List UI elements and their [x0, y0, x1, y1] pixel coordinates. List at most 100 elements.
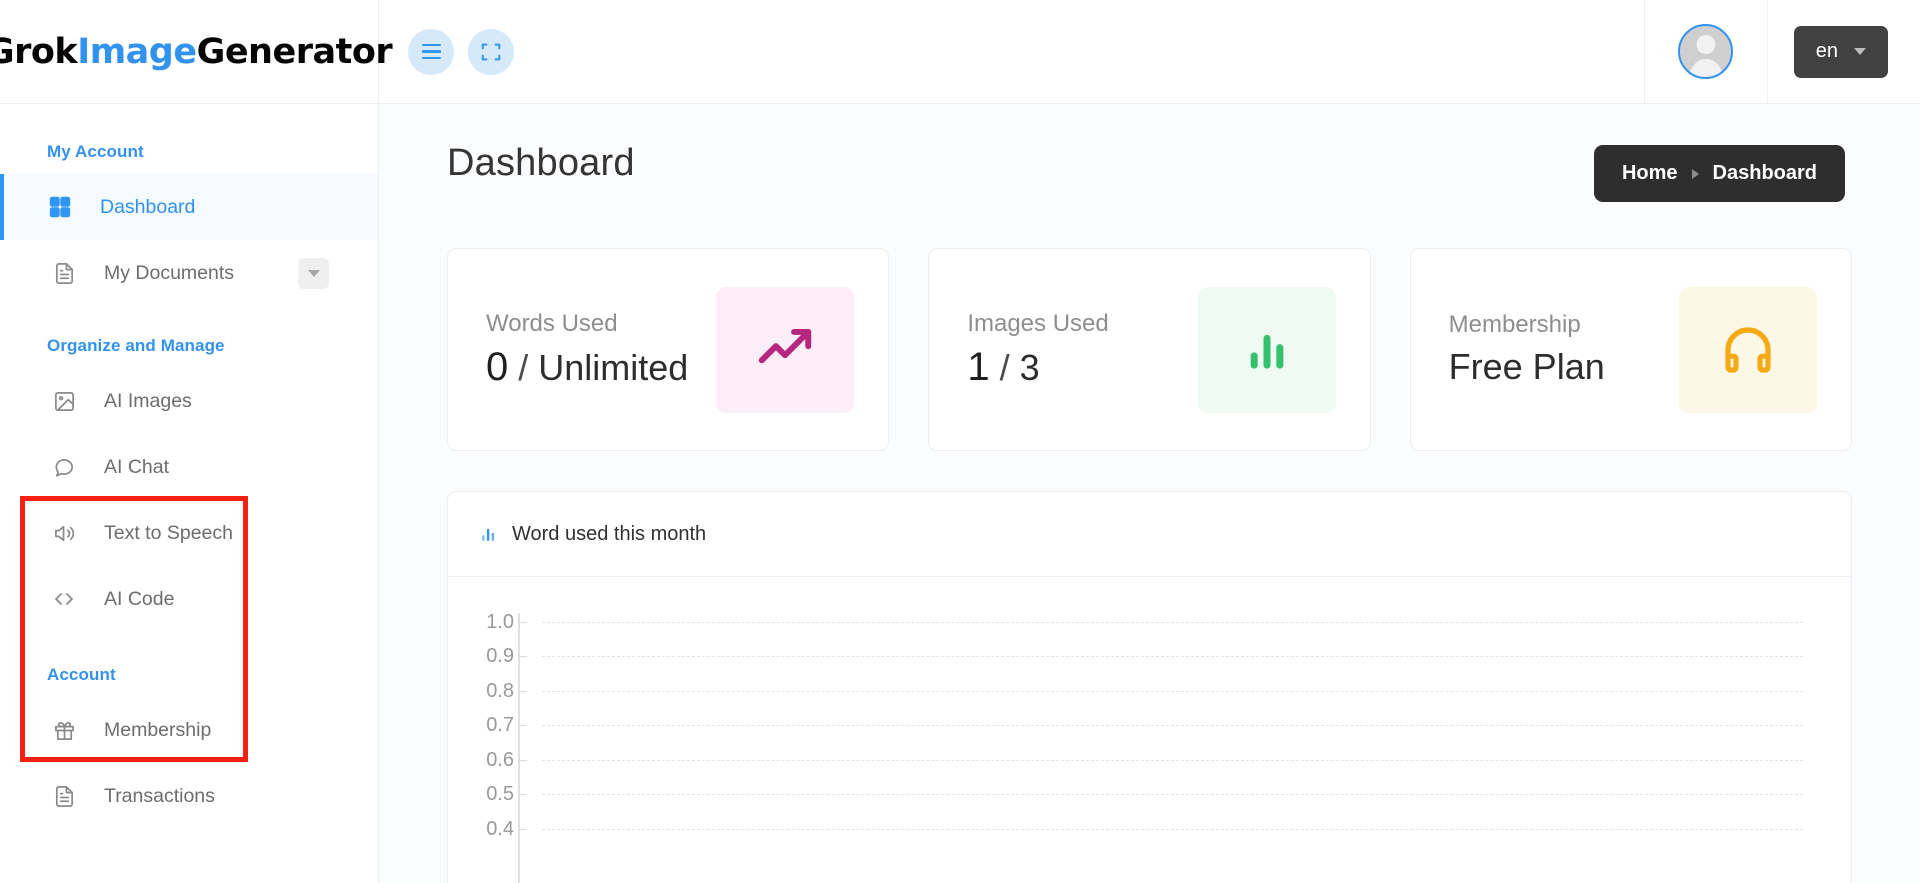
- stat-card-text: Membership Free Plan: [1449, 311, 1605, 388]
- stat-cards: Words Used 0 / Unlimited Images Used 1 /…: [447, 248, 1852, 451]
- chart-gridline-row: 1.0: [460, 605, 1803, 640]
- sidebar-item-ai-images[interactable]: AI Images: [0, 368, 378, 434]
- image-icon: [51, 388, 77, 414]
- chart-header: Word used this month: [448, 492, 1851, 577]
- stat-card-images-used: Images Used 1 / 3: [928, 248, 1371, 451]
- my-documents-expand-button[interactable]: [298, 257, 329, 289]
- language-selector-wrap: en: [1768, 0, 1920, 103]
- gift-icon: [51, 717, 77, 743]
- chart-card: Word used this month 1.0 0.9 0.8 0.7 0.6…: [447, 491, 1852, 883]
- y-tick-label: 0.7: [486, 714, 514, 737]
- chart-gridline-row: 0.7: [460, 709, 1803, 744]
- document-icon: [51, 783, 77, 809]
- app-root: GrokImageGenerator en: [0, 0, 1920, 883]
- stat-card-label: Images Used: [967, 309, 1109, 337]
- body-wrapper: My Account Dashboard My Documents Organi…: [0, 104, 1920, 883]
- sidebar-section-account: Account: [47, 665, 116, 684]
- speaker-icon: [51, 520, 77, 546]
- top-bar-actions: [379, 0, 1644, 103]
- sidebar-item-label: Transactions: [104, 784, 215, 807]
- sidebar-section-my-account: My Account: [47, 142, 144, 161]
- stat-value-total: Free Plan: [1448, 346, 1605, 387]
- bar-chart-icon: [482, 528, 495, 541]
- stat-card-words-used: Words Used 0 / Unlimited: [447, 248, 890, 451]
- avatar-button[interactable]: [1643, 0, 1768, 103]
- main-content: Dashboard Home Dashboard Words Used 0 / …: [379, 104, 1920, 883]
- stat-value-total: Unlimited: [538, 346, 689, 388]
- sidebar-item-my-documents[interactable]: My Documents: [0, 240, 378, 306]
- stat-card-text: Words Used 0 / Unlimited: [486, 310, 688, 390]
- fullscreen-icon: [481, 43, 501, 60]
- sidebar-item-ai-code[interactable]: AI Code: [0, 566, 378, 632]
- sidebar-item-label: My Documents: [104, 261, 235, 284]
- gridline: [542, 690, 1803, 692]
- gridline: [542, 656, 1803, 658]
- sidebar-item-dashboard[interactable]: Dashboard: [0, 174, 378, 240]
- stat-card-icon-box: [716, 286, 855, 413]
- stat-value-separator: /: [989, 346, 1020, 388]
- sidebar: My Account Dashboard My Documents Organi…: [0, 104, 379, 883]
- fullscreen-button[interactable]: [468, 28, 514, 75]
- sidebar-item-text-to-speech[interactable]: Text to Speech: [0, 500, 378, 566]
- code-brackets-icon: [51, 586, 77, 612]
- y-tick-label: 1.0: [486, 610, 514, 633]
- gridline: [542, 828, 1803, 830]
- page-header: Dashboard Home Dashboard: [447, 142, 1852, 202]
- trending-up-icon: [759, 328, 812, 363]
- sidebar-item-label: AI Code: [104, 587, 175, 610]
- chart-gridline-row: 0.6: [460, 743, 1803, 778]
- chart-gridline-row: 0.9: [460, 640, 1803, 675]
- stat-card-value: 0 / Unlimited: [486, 345, 688, 390]
- stat-value-total: 3: [1019, 346, 1040, 388]
- gridline: [542, 725, 1803, 727]
- chart-title: Word used this month: [512, 522, 707, 545]
- stat-value-number: 1: [967, 344, 990, 389]
- stat-card-text: Images Used 1 / 3: [967, 310, 1108, 390]
- bar-chart-icon: [1250, 334, 1283, 369]
- stat-card-value: 1 / 3: [967, 345, 1108, 390]
- y-tick-label: 0.4: [486, 817, 514, 840]
- y-tick-label: 0.6: [486, 748, 514, 771]
- stat-card-icon-box: [1678, 286, 1817, 413]
- page-title: Dashboard: [447, 142, 635, 184]
- sidebar-section-organize-and-manage: Organize and Manage: [47, 336, 225, 355]
- gridline: [542, 759, 1803, 761]
- stat-card-value: Free Plan: [1449, 346, 1605, 388]
- sidebar-toggle-button[interactable]: [408, 28, 454, 75]
- language-select[interactable]: en: [1793, 25, 1888, 78]
- brand-part-1: Grok: [0, 31, 78, 72]
- sidebar-item-ai-chat[interactable]: AI Chat: [0, 434, 378, 500]
- chart-gridline-row: 0.8: [460, 674, 1803, 709]
- gridline: [542, 621, 1803, 623]
- stat-card-label: Words Used: [486, 309, 618, 337]
- gridline: [542, 794, 1803, 796]
- chart-gridline-row: 0.4: [460, 812, 1803, 847]
- grid-icon: [47, 194, 73, 220]
- avatar: [1678, 24, 1734, 79]
- y-tick-label: 0.9: [486, 645, 514, 668]
- brand-text: GrokImageGenerator: [0, 31, 393, 72]
- stat-value-number: 0: [486, 344, 509, 389]
- breadcrumb: Home Dashboard: [1593, 145, 1845, 202]
- chat-bubble-icon: [51, 454, 77, 480]
- sidebar-item-label: Text to Speech: [104, 521, 233, 544]
- chart-y-axis: [518, 613, 520, 883]
- sidebar-item-label: AI Chat: [104, 455, 170, 478]
- sidebar-item-label: AI Images: [104, 389, 192, 412]
- language-select-value: en: [1815, 40, 1838, 62]
- top-bar-right: en: [1643, 0, 1920, 103]
- chart-gridline-row: 0.5: [460, 778, 1803, 813]
- brand-logo[interactable]: GrokImageGenerator: [0, 0, 393, 103]
- y-tick-label: 0.5: [486, 783, 514, 806]
- stat-card-icon-box: [1197, 286, 1336, 413]
- breadcrumb-home[interactable]: Home: [1622, 162, 1678, 185]
- sidebar-item-transactions[interactable]: Transactions: [0, 763, 378, 829]
- y-tick-label: 0.8: [486, 679, 514, 702]
- sidebar-item-label: Membership: [104, 718, 212, 741]
- chart-plot-area: 1.0 0.9 0.8 0.7 0.6 0.5 0.4: [448, 577, 1851, 883]
- document-icon: [51, 260, 77, 286]
- stat-card-label: Membership: [1448, 311, 1581, 338]
- headphones-icon: [1725, 326, 1771, 373]
- sidebar-item-membership[interactable]: Membership: [0, 697, 378, 763]
- brand-part-3: Generator: [196, 31, 393, 72]
